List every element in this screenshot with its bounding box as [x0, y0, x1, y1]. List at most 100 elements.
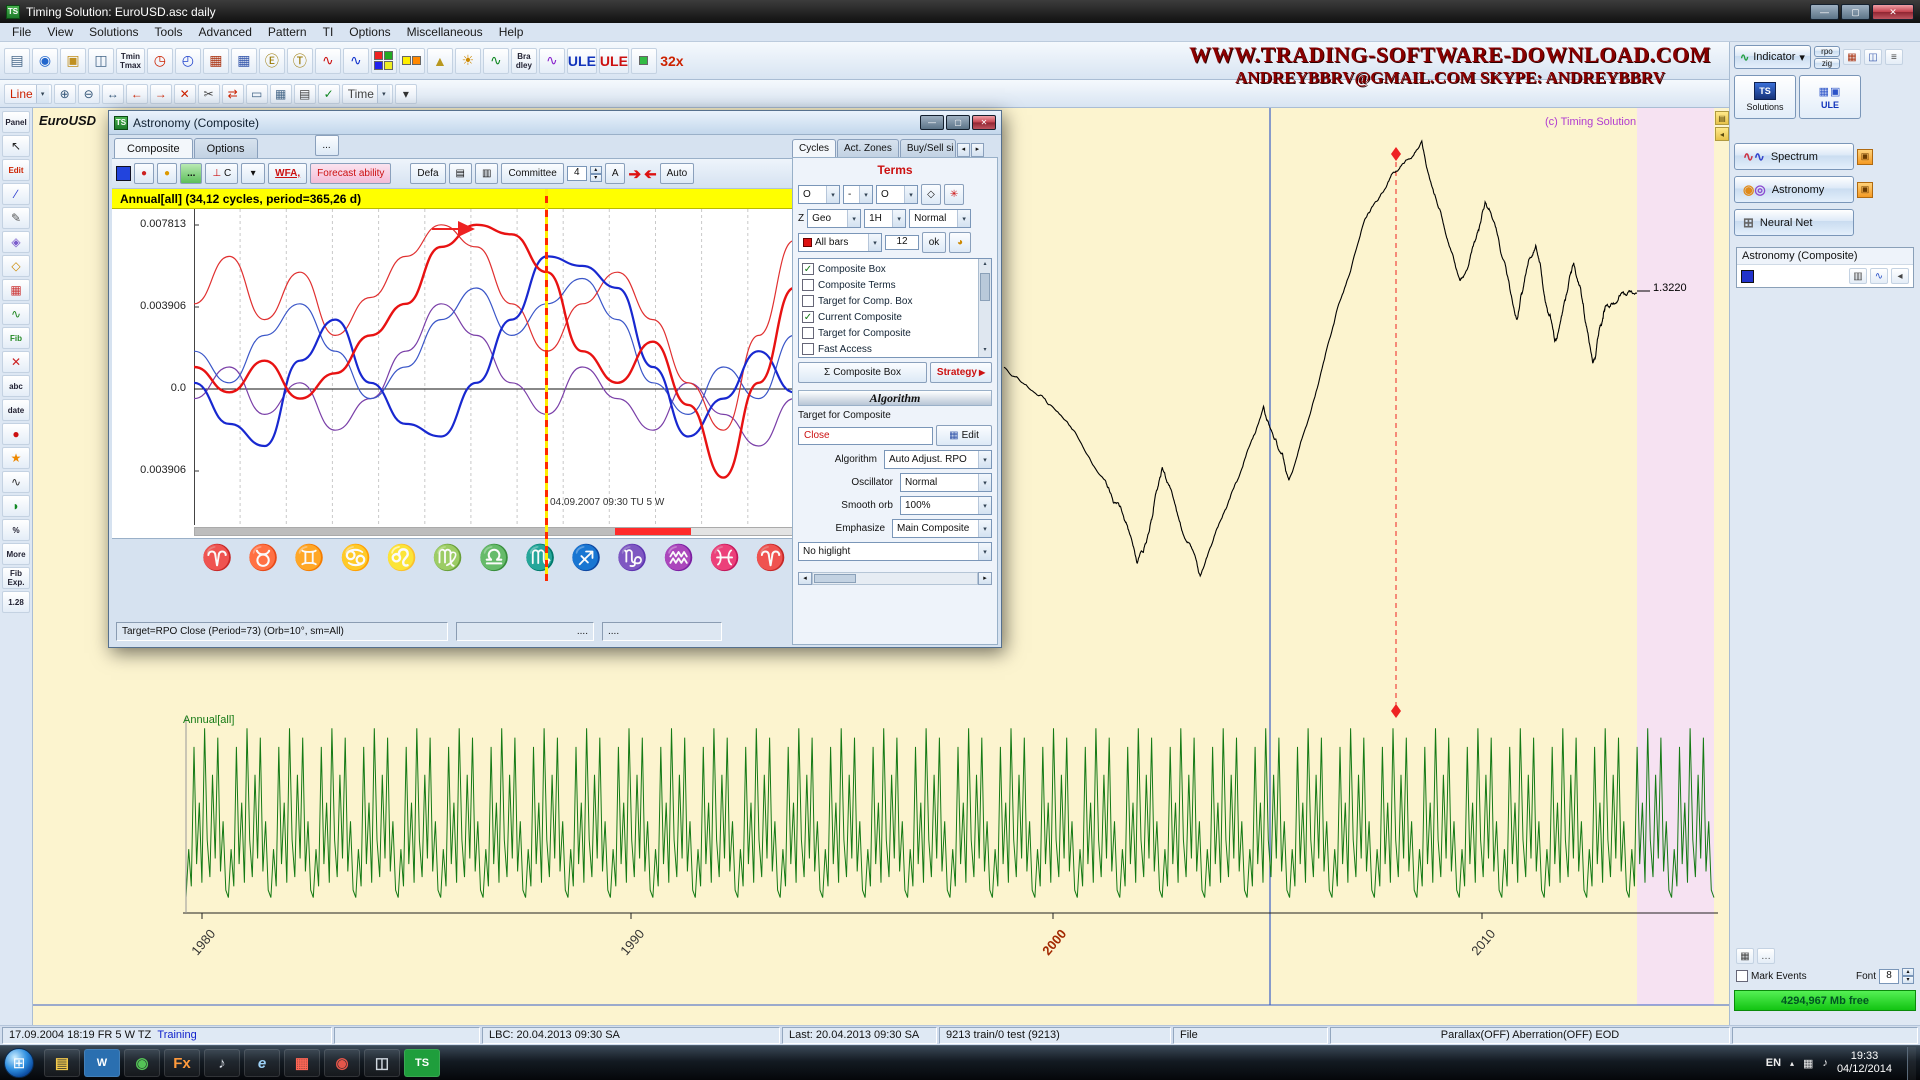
chart-window-icon[interactable]: ◫	[88, 48, 114, 74]
listbox-title[interactable]: Astronomy (Composite)	[1737, 248, 1913, 265]
clock-red-icon[interactable]: ◷	[147, 48, 173, 74]
astro-minimize-button[interactable]: —	[920, 115, 944, 130]
new-file-icon[interactable]: ▤	[4, 48, 30, 74]
target-for-comp-box-item[interactable]: Target for Comp. Box	[802, 293, 977, 309]
default-button[interactable]: Defa	[410, 163, 445, 184]
fast-access-item[interactable]: Fast Access	[802, 341, 977, 357]
solutions-button[interactable]: TS Solutions	[1734, 75, 1796, 119]
composite-box-button[interactable]: ΣComposite Box	[798, 362, 927, 383]
diamond-grid-icon[interactable]: ◇	[2, 255, 30, 277]
color-grid-icon[interactable]	[371, 48, 397, 74]
window-layout-icon[interactable]: ◫	[1864, 49, 1882, 65]
close-button[interactable]: ✕	[1872, 4, 1914, 20]
h-scroll-left-icon[interactable]: ◂	[798, 572, 812, 585]
committee-down-button[interactable]: ▾	[590, 174, 602, 182]
t-circle-icon[interactable]: Ⓣ	[287, 48, 313, 74]
pan-icon[interactable]: ↔	[102, 84, 124, 104]
zigzag-icon[interactable]: ∿	[2, 471, 30, 493]
taskbar-chrome-button[interactable]: ◉	[324, 1049, 360, 1077]
pie-chart-icon[interactable]: ◕	[949, 232, 971, 253]
swap-icon[interactable]: ⇄	[222, 84, 244, 104]
scroll-up-icon[interactable]: ▴	[979, 259, 991, 271]
tab-buy-sell[interactable]: Buy/Sell si	[900, 139, 956, 157]
committee-up-button[interactable]: ▴	[590, 166, 602, 174]
tab-act-zones[interactable]: Act. Zones	[837, 139, 899, 157]
committee-button[interactable]: Committee	[501, 163, 563, 184]
scrollbar-thumb[interactable]	[195, 528, 615, 535]
maximize-button[interactable]: ▢	[1841, 4, 1870, 20]
step-back-icon[interactable]: ➔	[644, 165, 657, 183]
wave-blue-icon[interactable]: ∿	[343, 48, 369, 74]
app-titlebar[interactable]: TS Timing Solution: EuroUSD.asc daily — …	[0, 0, 1920, 23]
menu-solutions[interactable]: Solutions	[81, 23, 146, 41]
font-size-down-button[interactable]: ▾	[1902, 976, 1914, 984]
composite-terms-item[interactable]: Composite Terms	[802, 277, 977, 293]
spectrum-button[interactable]: ∿∿ Spectrum	[1734, 143, 1854, 170]
palette-dots-button[interactable]: ...	[180, 163, 202, 184]
menu-miscellaneous[interactable]: Miscellaneous	[399, 23, 491, 41]
grid-red-icon[interactable]: ▦	[2, 279, 30, 301]
bradley-button[interactable]: Bradley	[511, 48, 537, 74]
chart-folder-button[interactable]: ▤	[1715, 111, 1729, 125]
taskbar-green-app-button[interactable]: ◉	[124, 1049, 160, 1077]
dots-button[interactable]: …	[1757, 948, 1775, 964]
taskbar-calendar-button[interactable]: ▦	[284, 1049, 320, 1077]
tab-more-button[interactable]: ...	[315, 135, 339, 156]
arrow-right-icon[interactable]: →	[150, 84, 172, 104]
zig-button[interactable]: zig	[1814, 58, 1840, 69]
record-icon[interactable]: ●	[2, 423, 30, 445]
target-for-composite-checkbox[interactable]	[802, 327, 814, 339]
show-desktop-button[interactable]	[1907, 1047, 1916, 1080]
arrow-left-icon[interactable]: ←	[126, 84, 148, 104]
start-button[interactable]: ⊞	[4, 1048, 34, 1078]
target-for-composite-item[interactable]: Target for Composite	[802, 325, 977, 341]
minimize-button[interactable]: —	[1810, 4, 1839, 20]
term-a-combo[interactable]: O▾	[798, 185, 840, 204]
ule-blue-button[interactable]: ULE	[567, 48, 597, 74]
apply-check-icon[interactable]: ✓	[318, 84, 340, 104]
time-combo[interactable]: Time▾	[342, 84, 393, 104]
ok-button[interactable]: ok	[922, 232, 946, 253]
current-composite-checkbox[interactable]: ✓	[802, 311, 814, 323]
menu-options[interactable]: Options	[341, 23, 398, 41]
save-icon[interactable]: ▣	[60, 48, 86, 74]
collapse-left-button[interactable]: ◂	[1891, 268, 1909, 284]
wave-icon[interactable]: ∿	[2, 303, 30, 325]
red-dot-icon[interactable]: ●	[134, 163, 154, 184]
font-size-up-button[interactable]: ▴	[1902, 968, 1914, 976]
composite-color-swatch[interactable]	[116, 166, 131, 181]
composite-list-item[interactable]: ▥ ∿ ◂	[1737, 265, 1913, 287]
composite-chart-region[interactable]: 0.0078130.0039060.00.003906 04.09.2007 0…	[112, 209, 794, 539]
list-scrollbar[interactable]: ▴▾	[978, 259, 991, 357]
line-style-combo[interactable]: ▾	[241, 163, 265, 184]
box-icon[interactable]: ▭	[246, 84, 268, 104]
percent-button[interactable]: %	[2, 519, 30, 541]
language-indicator[interactable]: EN	[1766, 1057, 1781, 1069]
time-cursor-line[interactable]	[545, 189, 548, 581]
emphasize-combo[interactable]: Main Composite▾	[892, 519, 992, 538]
committee-count-field[interactable]: 4	[567, 166, 587, 181]
taskbar-ie-button[interactable]: e	[244, 1049, 280, 1077]
highlight-icon[interactable]	[399, 48, 425, 74]
timeframe-combo[interactable]: 1H▾	[864, 209, 906, 228]
calendar-red-icon[interactable]: ▦	[203, 48, 229, 74]
wave-green-icon[interactable]: ∿	[483, 48, 509, 74]
composite-scrollbar[interactable]	[194, 527, 794, 536]
print-icon[interactable]: ▤	[449, 163, 472, 184]
term-b-combo[interactable]: O▾	[876, 185, 918, 204]
astronomy-settings-button[interactable]: ▣	[1857, 182, 1873, 198]
current-composite-item[interactable]: ✓Current Composite	[802, 309, 977, 325]
menu-advanced[interactable]: Advanced	[191, 23, 260, 41]
annotation-button[interactable]: A	[605, 163, 626, 184]
calendar-blue-icon[interactable]: ▦	[231, 48, 257, 74]
scroll-thumb[interactable]	[980, 273, 990, 301]
composite-terms-checkbox[interactable]	[802, 279, 814, 291]
tab-composite[interactable]: Composite	[114, 138, 193, 158]
taskbar-chart-app-button[interactable]: ◫	[364, 1049, 400, 1077]
line-tool-icon[interactable]: ∕	[2, 183, 30, 205]
step-forward-icon[interactable]: ➔	[628, 165, 641, 183]
astronomy-button[interactable]: ◉◎ Astronomy	[1734, 176, 1854, 203]
composite-box-checkbox[interactable]: ✓	[802, 263, 814, 275]
fast-access-checkbox[interactable]	[802, 343, 814, 355]
wfa-button[interactable]: WFA,	[268, 163, 307, 184]
